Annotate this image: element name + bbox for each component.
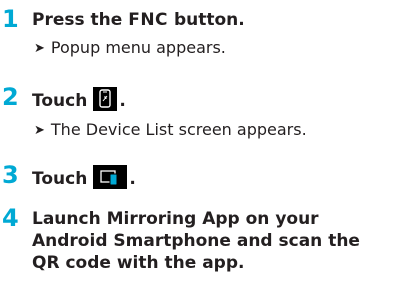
instruction-suffix: button. xyxy=(168,10,245,30)
step-instruction: Press the FNC button. xyxy=(32,9,245,31)
result-text: The Device List screen appears. xyxy=(50,120,307,139)
step-result: ➤ Popup menu appears. xyxy=(34,37,226,60)
instruction-prefix: Touch xyxy=(32,169,88,189)
step-result: ➤ The Device List screen appears. xyxy=(34,119,307,142)
step-number: 2 xyxy=(2,83,19,111)
instruction-suffix: . xyxy=(119,91,126,111)
step-instruction: Touch . xyxy=(32,165,136,190)
step-instruction: Launch Mirroring App on your Android Sma… xyxy=(32,209,360,273)
step-number: 4 xyxy=(2,204,19,232)
result-arrow-icon: ➤ xyxy=(34,41,45,56)
step-number: 1 xyxy=(2,5,19,33)
result-arrow-icon: ➤ xyxy=(34,123,45,138)
manual-page: { "steps": [ { "number": "1", "instructi… xyxy=(0,0,407,287)
step-number: 3 xyxy=(2,161,19,189)
instruction-prefix: Press the xyxy=(32,10,129,30)
instruction-suffix: . xyxy=(129,169,136,189)
device-list-icon xyxy=(93,87,118,111)
result-text: Popup menu appears. xyxy=(50,38,226,57)
mirroring-connect-icon xyxy=(93,165,128,189)
step-instruction: Touch . xyxy=(32,87,126,112)
instruction-prefix: Touch xyxy=(32,91,88,111)
fnc-key-label: FNC xyxy=(128,10,169,30)
